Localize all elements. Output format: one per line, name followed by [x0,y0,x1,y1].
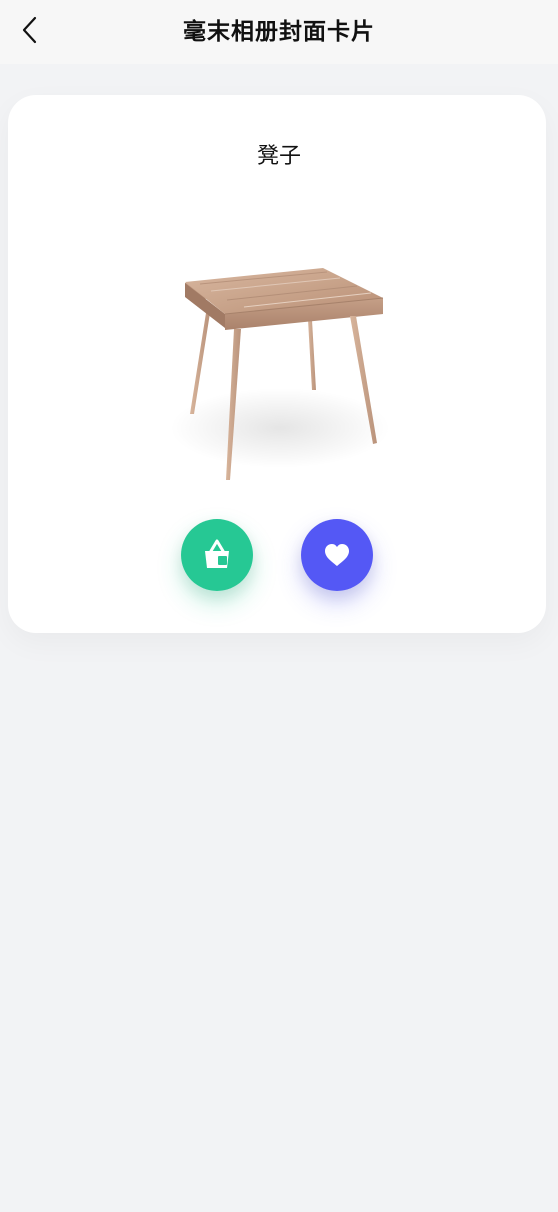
wooden-stool-image [170,268,390,480]
add-to-cart-button[interactable] [181,519,253,591]
navigation-bar: 毫末相册封面卡片 [0,0,558,64]
heart-icon [301,519,373,591]
page-title: 毫末相册封面卡片 [183,19,375,45]
favorite-button[interactable] [301,519,373,591]
shopping-basket-icon [181,519,253,591]
card-title: 凳子 [256,144,301,169]
